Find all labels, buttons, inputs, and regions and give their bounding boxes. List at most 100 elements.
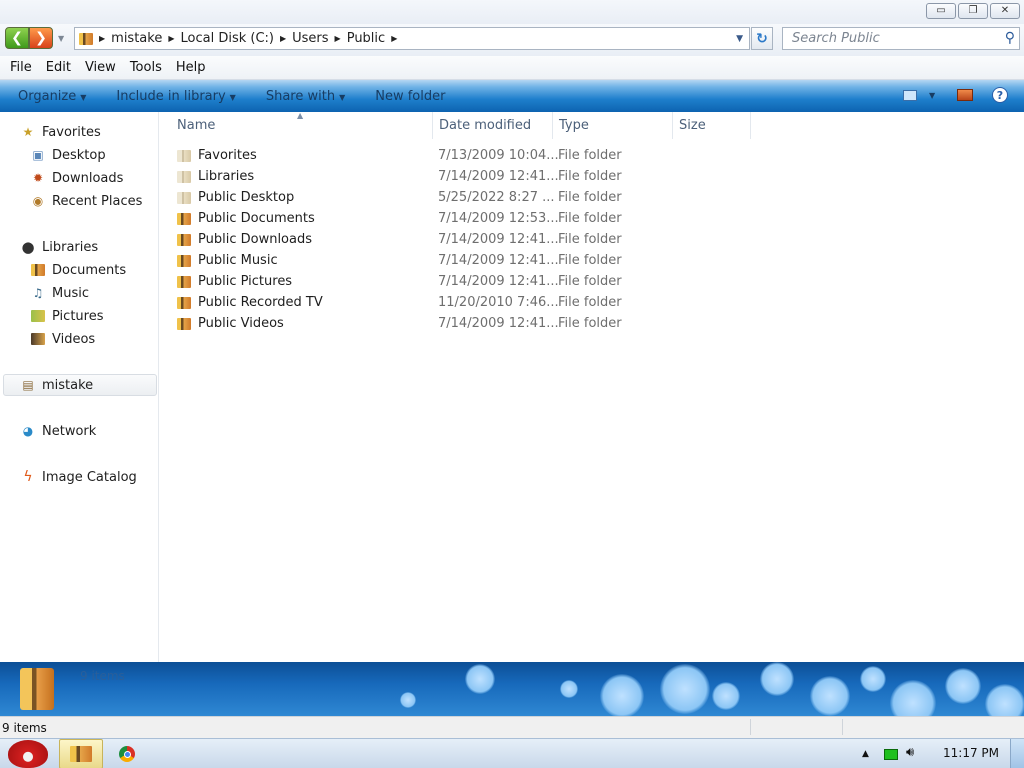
minimize-button[interactable]: ▭ xyxy=(926,3,956,19)
search-icon[interactable]: ⚲ xyxy=(1005,30,1015,46)
status-divider xyxy=(842,719,843,735)
decor-bubble xyxy=(945,668,981,704)
menu-bar: File Edit View Tools Help xyxy=(0,56,1024,80)
navigation-bar: ❮ ❯ ▼ ▶ mistake ▶ Local Disk (C:) ▶ User… xyxy=(0,24,1024,56)
nav-desktop[interactable]: ▣ Desktop xyxy=(30,145,105,165)
file-type: File folder xyxy=(558,169,622,184)
folder-icon xyxy=(177,275,191,288)
nav-network[interactable]: ◕ Network xyxy=(20,421,97,441)
maximize-button[interactable]: ❐ xyxy=(958,3,988,19)
share-with-label: Share with xyxy=(265,88,336,104)
search-placeholder: Search Public xyxy=(792,31,880,46)
file-type: File folder xyxy=(558,295,622,310)
view-dropdown-icon[interactable]: ▼ xyxy=(929,91,935,100)
nav-music[interactable]: ♫ Music xyxy=(30,283,89,303)
nav-image-catalog-label: Image Catalog xyxy=(42,469,137,485)
table-row[interactable]: Public Music 7/14/2009 12:41... File fol… xyxy=(177,250,637,271)
table-row[interactable]: Favorites 7/13/2009 10:04... File folder xyxy=(177,145,637,166)
network-status-icon[interactable] xyxy=(884,749,898,760)
nav-computer-mistake[interactable]: ▤ mistake xyxy=(20,375,93,395)
nav-documents[interactable]: Documents xyxy=(30,260,126,280)
folder-icon xyxy=(177,254,191,267)
column-header-type[interactable]: Type xyxy=(553,112,673,139)
documents-icon xyxy=(30,262,46,278)
column-header-size[interactable]: Size xyxy=(673,112,751,139)
folder-icon xyxy=(177,191,191,204)
decor-bubble xyxy=(890,680,936,716)
show-desktop-button[interactable] xyxy=(1010,739,1024,768)
start-button[interactable] xyxy=(2,739,54,768)
nav-recent-places[interactable]: ◉ Recent Places xyxy=(30,191,143,211)
file-type: File folder xyxy=(558,211,622,226)
nav-pictures[interactable]: Pictures xyxy=(30,306,103,326)
folder-icon xyxy=(177,149,191,162)
nav-libraries[interactable]: ● Libraries xyxy=(20,237,98,257)
menu-tools[interactable]: Tools xyxy=(123,60,169,75)
chevron-down-icon: ▼ xyxy=(229,92,236,102)
nav-recent-places-label: Recent Places xyxy=(52,193,143,209)
taskbar-explorer-button[interactable] xyxy=(59,739,103,768)
back-button[interactable]: ❮ xyxy=(5,27,29,49)
nav-downloads-label: Downloads xyxy=(52,170,124,186)
breadcrumb-users[interactable]: Users xyxy=(288,31,332,46)
nav-favorites-label: Favorites xyxy=(42,124,101,140)
column-type-label: Type xyxy=(559,118,589,133)
new-folder-button[interactable]: New folder xyxy=(375,89,445,104)
address-bar[interactable]: ▶ mistake ▶ Local Disk (C:) ▶ Users ▶ Pu… xyxy=(74,27,750,50)
help-icon[interactable]: ? xyxy=(992,87,1008,103)
menu-help[interactable]: Help xyxy=(169,60,213,75)
nav-image-catalog[interactable]: ϟ Image Catalog xyxy=(20,467,137,487)
volume-icon[interactable]: 🔊︎ xyxy=(906,745,914,760)
include-in-library-button[interactable]: Include in library ▼ xyxy=(116,89,235,104)
share-with-button[interactable]: Share with ▼ xyxy=(266,89,345,104)
table-row[interactable]: Public Documents 7/14/2009 12:53... File… xyxy=(177,208,637,229)
file-type: File folder xyxy=(558,253,622,268)
table-row[interactable]: Public Videos 7/14/2009 12:41... File fo… xyxy=(177,313,637,334)
file-name: Favorites xyxy=(198,148,257,163)
nav-downloads[interactable]: ✹ Downloads xyxy=(30,168,123,188)
menu-edit[interactable]: Edit xyxy=(39,60,78,75)
image-catalog-icon: ϟ xyxy=(23,469,33,485)
forward-button[interactable]: ❯ xyxy=(29,27,53,49)
view-options-icon[interactable] xyxy=(903,90,917,101)
breadcrumb-local-disk[interactable]: Local Disk (C:) xyxy=(177,31,278,46)
table-row[interactable]: Public Pictures 7/14/2009 12:41... File … xyxy=(177,271,637,292)
refresh-icon: ↻ xyxy=(756,30,768,47)
table-row[interactable]: Public Desktop 5/25/2022 8:27 ... File f… xyxy=(177,187,637,208)
title-bar: ▭ ❐ ✕ xyxy=(0,0,1024,24)
menu-view[interactable]: View xyxy=(78,60,123,75)
address-dropdown-icon[interactable]: ▼ xyxy=(736,34,743,44)
breadcrumb-mistake[interactable]: mistake xyxy=(107,31,166,46)
column-header-date-modified[interactable]: Date modified xyxy=(433,112,553,139)
table-row[interactable]: Public Recorded TV 11/20/2010 7:46... Fi… xyxy=(177,292,637,313)
close-button[interactable]: ✕ xyxy=(990,3,1020,19)
breadcrumb-public[interactable]: Public xyxy=(343,31,389,46)
menu-file[interactable]: File xyxy=(3,60,39,75)
search-input[interactable]: Search Public ⚲ xyxy=(782,27,1020,50)
taskbar-clock[interactable]: 11:17 PM xyxy=(943,746,999,760)
preview-pane-icon[interactable] xyxy=(957,89,973,101)
nav-computer-label: mistake xyxy=(42,377,94,393)
file-date: 5/25/2022 8:27 ... xyxy=(438,190,555,205)
organize-button[interactable]: Organize ▼ xyxy=(18,89,86,104)
refresh-button[interactable]: ↻ xyxy=(751,27,773,50)
recent-pages-button[interactable]: ▼ xyxy=(58,34,64,43)
star-icon: ★ xyxy=(22,125,34,139)
crumb-separator-icon[interactable]: ▶ xyxy=(166,34,176,43)
folder-icon xyxy=(75,32,97,45)
crumb-separator-icon[interactable]: ▶ xyxy=(278,34,288,43)
tray-expand-icon[interactable]: ▲ xyxy=(862,749,869,759)
table-row[interactable]: Public Downloads 7/14/2009 12:41... File… xyxy=(177,229,637,250)
nav-favorites[interactable]: ★ Favorites xyxy=(20,122,101,142)
crumb-separator-icon[interactable]: ▶ xyxy=(389,34,399,43)
chevron-down-icon: ▼ xyxy=(339,92,346,102)
nav-videos[interactable]: Videos xyxy=(30,329,95,349)
pictures-icon xyxy=(30,308,46,324)
angry-bird-icon xyxy=(8,740,48,768)
file-name: Public Documents xyxy=(198,211,315,226)
decor-bubble xyxy=(810,676,850,716)
taskbar-chrome-button[interactable] xyxy=(112,739,142,768)
table-row[interactable]: Libraries 7/14/2009 12:41... File folder xyxy=(177,166,637,187)
downloads-icon: ✹ xyxy=(32,171,44,185)
crumb-separator-icon[interactable]: ▶ xyxy=(333,34,343,43)
